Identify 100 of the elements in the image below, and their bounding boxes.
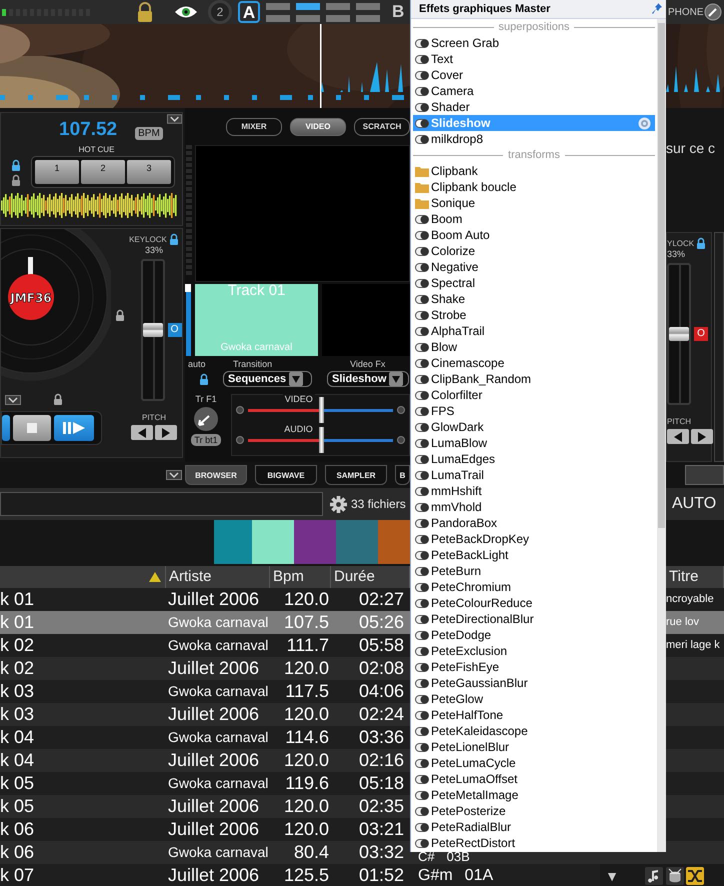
- reset-icon[interactable]: [236, 436, 244, 444]
- crossfader-handle[interactable]: [318, 397, 324, 423]
- menu-item[interactable]: Cinemascope: [413, 355, 655, 371]
- hot-cue-button[interactable]: 1: [35, 160, 79, 184]
- menu-item[interactable]: Camera: [413, 83, 655, 99]
- sync-button[interactable]: O: [694, 327, 708, 341]
- menu-item[interactable]: Shader: [413, 99, 655, 115]
- lock-icon[interactable]: [696, 237, 706, 249]
- scrollbar-thumb[interactable]: [658, 23, 665, 528]
- menu-item[interactable]: PeteLumaOffset: [413, 771, 655, 787]
- crossfader-handle[interactable]: [318, 427, 324, 453]
- pitch-slider-thumb[interactable]: [669, 327, 689, 341]
- lock-icon[interactable]: [168, 233, 179, 245]
- menu-item[interactable]: PeteBackLight: [413, 547, 655, 563]
- menu-item[interactable]: mmVhold: [413, 499, 655, 515]
- lock-icon[interactable]: [115, 309, 125, 321]
- crossfader[interactable]: AUDIO: [248, 427, 393, 453]
- panel-tab[interactable]: MIXER: [226, 118, 282, 136]
- menu-item[interactable]: Negative: [413, 259, 655, 275]
- reset-icon[interactable]: [397, 436, 405, 444]
- hot-cue-button[interactable]: 3: [127, 160, 171, 184]
- shuffle-icon[interactable]: [686, 866, 704, 884]
- menu-item[interactable]: Text: [413, 51, 655, 67]
- pin-icon[interactable]: [652, 3, 662, 15]
- menu-item[interactable]: PeteBurn: [413, 563, 655, 579]
- reset-icon[interactable]: [236, 406, 244, 414]
- knob[interactable]: [704, 3, 722, 21]
- pitch-down-button[interactable]: [131, 425, 153, 440]
- browser-tab[interactable]: B: [395, 465, 410, 485]
- crossfader[interactable]: VIDEO: [248, 397, 393, 423]
- lock-icon[interactable]: [53, 393, 63, 405]
- menu-item[interactable]: PeteLumaCycle: [413, 755, 655, 771]
- dropdown-button[interactable]: [166, 114, 182, 124]
- menu-item[interactable]: ClipBank_Random: [413, 371, 655, 387]
- panel-tab[interactable]: VIDEO: [290, 118, 346, 136]
- browser-tab[interactable]: BROWSER: [185, 465, 247, 485]
- table-row[interactable]: k 07 Juillet 2006 125.5 01:52 G#m 01A ▼: [0, 864, 724, 886]
- layout-button[interactable]: [326, 2, 350, 22]
- menu-item[interactable]: mmHshift: [413, 483, 655, 499]
- menu-item[interactable]: Boom Auto: [413, 227, 655, 243]
- menu-item[interactable]: Screen Grab: [413, 35, 655, 51]
- dropdown-button[interactable]: [5, 395, 21, 405]
- menu-item[interactable]: Shake: [413, 291, 655, 307]
- pitch-up-button[interactable]: [691, 429, 713, 444]
- menu-item[interactable]: PeteHalfTone: [413, 707, 655, 723]
- dropdown-button[interactable]: ▼: [605, 866, 619, 886]
- drum-icon[interactable]: [666, 866, 684, 884]
- search-field[interactable]: [0, 492, 323, 516]
- panel-tab[interactable]: SCRATCH: [354, 118, 410, 136]
- menu-item[interactable]: PeteRadialBlur: [413, 819, 655, 835]
- video-thumbnail[interactable]: [294, 520, 336, 564]
- bpm-button[interactable]: BPM: [135, 127, 163, 140]
- menu-item[interactable]: Cover: [413, 67, 655, 83]
- play-pause-button[interactable]: [54, 415, 94, 441]
- dropdown-button[interactable]: [166, 470, 182, 480]
- eye-icon[interactable]: [174, 5, 198, 19]
- menu-item[interactable]: AlphaTrail: [413, 323, 655, 339]
- menu-item[interactable]: Boom: [413, 211, 655, 227]
- video-thumbnail[interactable]: [322, 284, 410, 356]
- knob-button[interactable]: Tr bt1: [191, 434, 221, 446]
- pitch-slider-thumb[interactable]: [142, 323, 162, 337]
- menu-item[interactable]: FPS: [413, 403, 655, 419]
- lock-icon[interactable]: [136, 2, 154, 22]
- dropdown[interactable]: Slideshow: [327, 371, 409, 387]
- turntable[interactable]: [1, 229, 111, 381]
- layout-button[interactable]: [296, 2, 320, 22]
- dropdown[interactable]: Sequences: [223, 371, 312, 387]
- lock-icon[interactable]: [11, 158, 21, 170]
- settings-icon[interactable]: [330, 496, 347, 512]
- menu-item[interactable]: PeteKaleidascope: [413, 723, 655, 739]
- music-note-icon[interactable]: [645, 866, 663, 884]
- reset-icon[interactable]: [397, 406, 405, 414]
- menu-item[interactable]: Blow: [413, 339, 655, 355]
- sync-button[interactable]: O: [168, 323, 182, 337]
- lock-icon[interactable]: [199, 373, 209, 385]
- transport-button[interactable]: [2, 415, 10, 441]
- menu-item[interactable]: PeteBackDropKey: [413, 531, 655, 547]
- menu-item[interactable]: PeteExclusion: [413, 643, 655, 659]
- menu-item[interactable]: PeteColourReduce: [413, 595, 655, 611]
- menu-item[interactable]: milkdrop8: [413, 131, 655, 147]
- scrollbar[interactable]: [657, 19, 666, 852]
- video-thumbnail[interactable]: [252, 520, 294, 564]
- hot-cue-button[interactable]: 2: [81, 160, 125, 184]
- menu-item[interactable]: Colorize: [413, 243, 655, 259]
- deck-count-button[interactable]: 2: [208, 0, 232, 24]
- pitch-up-button[interactable]: [155, 425, 177, 440]
- menu-item[interactable]: LumaBlow: [413, 435, 655, 451]
- menu-item[interactable]: PetePosterize: [413, 803, 655, 819]
- menu-item[interactable]: Clipbank: [413, 163, 655, 179]
- browser-tab[interactable]: BIGWAVE: [255, 465, 317, 485]
- pitch-down-button[interactable]: [667, 429, 689, 444]
- menu-item[interactable]: LumaTrail: [413, 467, 655, 483]
- menu-item[interactable]: LumaEdges: [413, 451, 655, 467]
- layout-button[interactable]: [356, 2, 380, 22]
- video-thumbnail[interactable]: [336, 520, 378, 564]
- browser-tab[interactable]: SAMPLER: [325, 465, 387, 485]
- layout-button[interactable]: [266, 2, 290, 22]
- menu-item[interactable]: Colorfilter: [413, 387, 655, 403]
- knob[interactable]: [193, 406, 219, 432]
- menu-item[interactable]: Sonique: [413, 195, 655, 211]
